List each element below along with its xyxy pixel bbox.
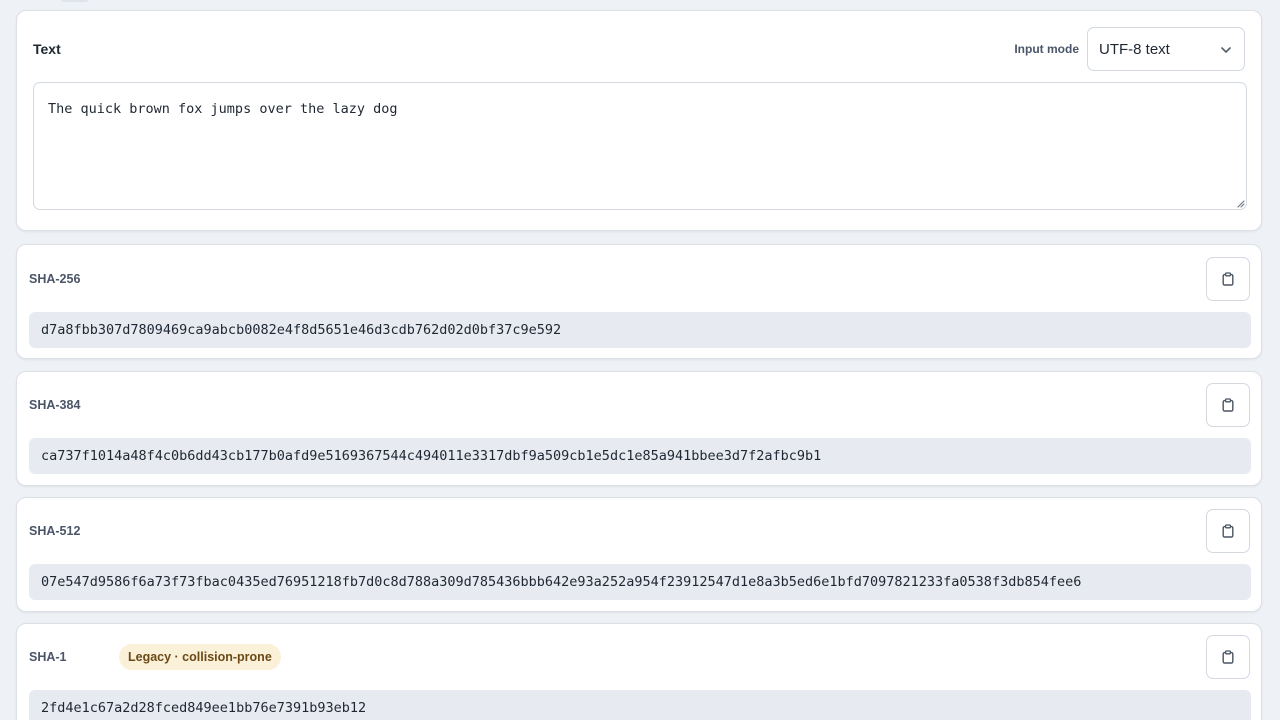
hash-card-sha512: SHA-512 07e547d9586f6a73f73fbac0435ed769… (16, 497, 1262, 612)
hash-title: SHA-384 (29, 398, 81, 412)
hash-card-sha1: SHA-1 Legacy · collision-prone 2fd4e1c67… (16, 623, 1262, 720)
hash-output[interactable]: 2fd4e1c67a2d28fced849ee1bb76e7391b93eb12 (29, 690, 1251, 720)
hash-title: SHA-1 (29, 650, 67, 664)
top-scroll-hint (60, 0, 90, 2)
hash-output[interactable]: 07e547d9586f6a73f73fbac0435ed76951218fb7… (29, 564, 1251, 600)
chevron-down-icon (1221, 47, 1231, 53)
copy-button[interactable] (1206, 257, 1250, 301)
input-mode-label: Input mode (1014, 42, 1079, 56)
hash-card-sha384: SHA-384 ca737f1014a48f4c0b6dd43cb177b0af… (16, 371, 1262, 486)
copy-button[interactable] (1206, 509, 1250, 553)
input-mode-select[interactable]: UTF-8 text (1087, 27, 1245, 71)
text-input-card: Text Input mode UTF-8 text The quick bro… (16, 10, 1262, 231)
copy-button[interactable] (1206, 383, 1250, 427)
hash-title: SHA-256 (29, 272, 81, 286)
input-title: Text (33, 41, 61, 57)
hash-generator-page: Text Input mode UTF-8 text The quick bro… (0, 0, 1280, 720)
hash-output[interactable]: d7a8fbb307d7809469ca9abcb0082e4f8d5651e4… (29, 312, 1251, 348)
resize-handle-icon[interactable] (1236, 199, 1245, 208)
hash-output[interactable]: ca737f1014a48f4c0b6dd43cb177b0afd9e51693… (29, 438, 1251, 474)
text-input-area[interactable]: The quick brown fox jumps over the lazy … (33, 82, 1247, 210)
copy-button[interactable] (1206, 635, 1250, 679)
clipboard-icon (1222, 272, 1234, 286)
clipboard-icon (1222, 398, 1234, 412)
hash-card-sha256: SHA-256 d7a8fbb307d7809469ca9abcb0082e4f… (16, 244, 1262, 359)
text-input-value: The quick brown fox jumps over the lazy … (48, 101, 398, 117)
legacy-warning-badge: Legacy · collision-prone (119, 644, 281, 670)
input-mode-value: UTF-8 text (1099, 41, 1170, 58)
clipboard-icon (1222, 650, 1234, 664)
hash-title: SHA-512 (29, 524, 81, 538)
clipboard-icon (1222, 524, 1234, 538)
